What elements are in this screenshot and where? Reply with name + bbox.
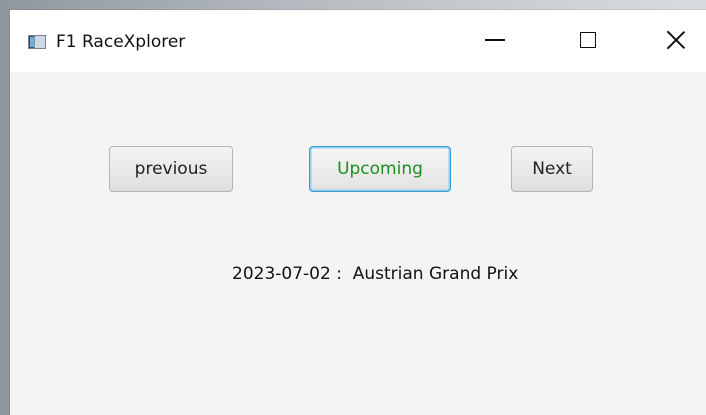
next-button[interactable]: Next [511,146,593,192]
close-button[interactable] [651,20,701,60]
race-separator: : [330,264,353,284]
window-title: F1 RaceXplorer [56,32,186,52]
minimize-button[interactable] [470,20,520,60]
race-name: Austrian Grand Prix [352,264,519,284]
maximize-icon [580,32,596,48]
app-window: F1 RaceXplorer previous Upcoming Next 20… [10,10,706,415]
previous-button[interactable]: previous [109,146,233,192]
race-date: 2023-07-02 [232,264,331,284]
title-bar[interactable]: F1 RaceXplorer [10,10,706,72]
upcoming-button[interactable]: Upcoming [309,146,451,192]
close-icon [666,30,686,50]
app-window-icon [28,35,46,49]
minimize-icon [485,39,505,41]
maximize-button[interactable] [563,20,613,60]
race-info: 2023-07-02 : Austrian Grand Prix [232,262,518,286]
